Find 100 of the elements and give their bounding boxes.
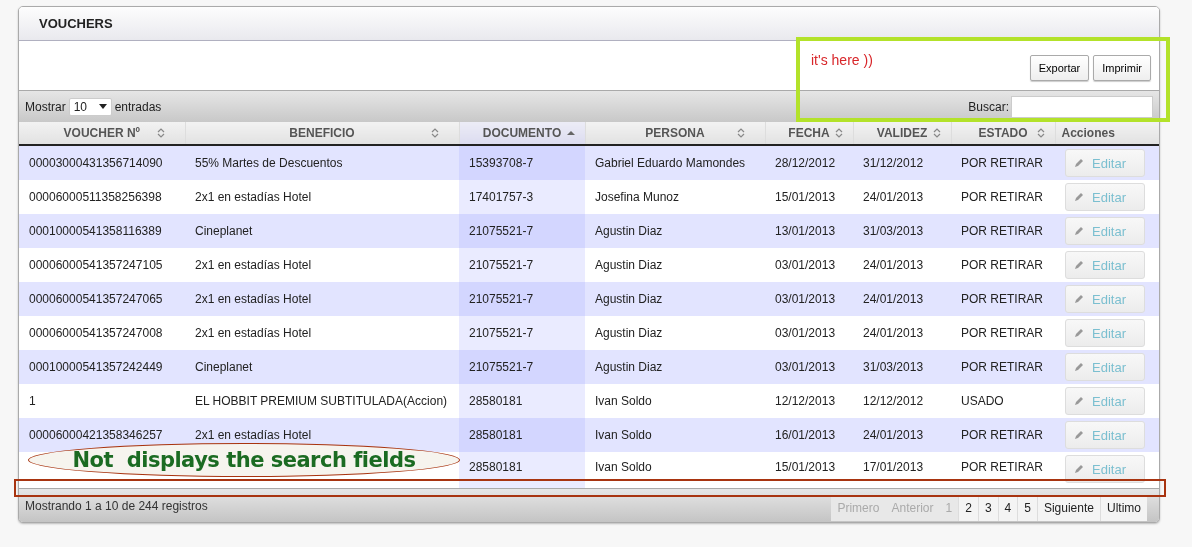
table-cell: 21075521-7 (459, 316, 585, 351)
table-cell: POR RETIRAR (951, 418, 1055, 453)
table-cell: 31/12/2012 (853, 145, 951, 181)
table-cell: 28580181 (459, 452, 585, 489)
table-cell: 21075521-7 (459, 282, 585, 317)
table-cell: POR RETIRAR (951, 350, 1055, 385)
sort-icon (736, 128, 745, 139)
table-cell: POR RETIRAR (951, 214, 1055, 249)
sort-icon (834, 128, 843, 139)
length-label: entradas (114, 99, 162, 114)
column-header[interactable]: ESTADO (951, 122, 1055, 146)
table-cell: Agustin Diaz (585, 350, 765, 385)
table-cell: 03/01/2013 (765, 350, 853, 385)
table-cell: Ivan Soldo (585, 384, 765, 419)
search-label: Buscar: (968, 99, 1009, 114)
table-cell: Ivan Soldo (585, 452, 765, 489)
table-cell: Agustin Diaz (585, 316, 765, 351)
table-cell: Cineplanet (185, 350, 459, 385)
pencil-icon (1074, 158, 1084, 169)
table-cell: 15393708-7 (459, 145, 585, 181)
pencil-icon (1074, 260, 1084, 271)
table-cell: 24/01/2013 (853, 180, 951, 215)
pencil-icon (1074, 328, 1084, 339)
table-cell: Josefina Munoz (585, 180, 765, 215)
table-cell: 31/03/2013 (853, 350, 951, 385)
table-cell: 00006000541357247105 (19, 248, 185, 283)
pencil-icon (1074, 430, 1084, 441)
table-cell: 12/12/2012 (853, 384, 951, 419)
table-cell: POR RETIRAR (951, 145, 1055, 181)
pagination-button[interactable]: 5 (1017, 495, 1037, 522)
column-header[interactable]: DOCUMENTO (459, 122, 585, 146)
toolbar-button[interactable]: Imprimir (1093, 54, 1151, 81)
table-cell: Gabriel Eduardo Mamondes (585, 145, 765, 181)
page-size-select[interactable]: 10 (68, 97, 112, 116)
table-cell: 03/01/2013 (765, 316, 853, 351)
table-cell: 2x1 en estadías Hotel (185, 180, 459, 215)
table-cell: 00006000541357247008 (19, 316, 185, 351)
panel-title: VOUCHERS (19, 7, 1159, 41)
table-cell: 24/01/2013 (853, 316, 951, 351)
table-cell: POR RETIRAR (951, 248, 1055, 283)
table-cell: 12/12/2013 (765, 384, 853, 419)
table-cell: USADO (951, 384, 1055, 419)
table-cell: 21075521-7 (459, 214, 585, 249)
table-cell: 00006000541357247065 (19, 282, 185, 317)
pencil-icon (1074, 464, 1084, 475)
column-header[interactable]: VOUCHER Nº (19, 122, 185, 146)
table-cell: 2x1 en estadías Hotel (185, 316, 459, 351)
table-cell: 24/01/2013 (853, 282, 951, 317)
table-cell: 28580181 (459, 384, 585, 419)
table-cell: Ivan Soldo (585, 418, 765, 453)
table-cell: Cineplanet (185, 214, 459, 249)
table-cell: 28580181 (459, 418, 585, 453)
table-cell: Agustin Diaz (585, 214, 765, 249)
table-cell: 00010000541358116389 (19, 214, 185, 249)
length-label: Mostrar (25, 99, 66, 114)
table-cell: 21075521-7 (459, 248, 585, 283)
table-cell: 00003000431356714090 (19, 145, 185, 181)
pencil-icon (1074, 226, 1084, 237)
caret-icon (98, 104, 107, 110)
column-header: Acciones (1055, 122, 1159, 146)
table-cell: Agustin Diaz (585, 248, 765, 283)
sort-icon (932, 128, 941, 139)
pencil-icon (1074, 362, 1084, 373)
pencil-icon (1074, 192, 1084, 203)
table-cell: 16/01/2013 (765, 418, 853, 453)
pagination-button[interactable]: 2 (958, 495, 978, 522)
sort-icon (1036, 128, 1045, 139)
toolbar-button[interactable]: Exportar (1029, 54, 1090, 81)
table-cell: 2x1 en estadías Hotel (185, 282, 459, 317)
column-header[interactable]: BENEFICIO (185, 122, 459, 146)
table-cell: 24/01/2013 (853, 418, 951, 453)
table-cell: POR RETIRAR (951, 180, 1055, 215)
table-cell: Agustin Diaz (585, 282, 765, 317)
table-cell: 03/01/2013 (765, 282, 853, 317)
sort-icon (156, 128, 165, 139)
column-header[interactable]: PERSONA (585, 122, 765, 146)
sort-icon (430, 128, 439, 139)
search-field[interactable] (1011, 95, 1153, 118)
table-cell: 31/03/2013 (853, 214, 951, 249)
table-cell: 03/01/2013 (765, 248, 853, 283)
pencil-icon (1074, 294, 1084, 305)
table-cell: 00010000541357242449 (19, 350, 185, 385)
annotation-note: it's here )) (811, 52, 873, 68)
table-cell: 17401757-3 (459, 180, 585, 215)
table-cell: 21075521-7 (459, 350, 585, 385)
table-cell: EL HOBBIT PREMIUM SUBTITULADA(Accion) (185, 384, 459, 419)
column-header[interactable]: FECHA (765, 122, 853, 146)
table-cell: 00006000511358256398 (19, 180, 185, 215)
table-cell: 13/01/2013 (765, 214, 853, 249)
table-cell: POR RETIRAR (951, 282, 1055, 317)
table-cell: 15/01/2013 (765, 180, 853, 215)
table-cell: 1 (19, 384, 185, 419)
table-cell: 24/01/2013 (853, 248, 951, 283)
table-cell: 2x1 en estadías Hotel (185, 248, 459, 283)
pencil-icon (1074, 396, 1084, 407)
column-header[interactable]: VALIDEZ (853, 122, 951, 146)
table-info: Mostrando 1 a 10 de 244 registros (25, 498, 208, 516)
table-cell: 55% Martes de Descuentos (185, 145, 459, 181)
table-cell: POR RETIRAR (951, 316, 1055, 351)
table-cell: 28/12/2012 (765, 145, 853, 181)
